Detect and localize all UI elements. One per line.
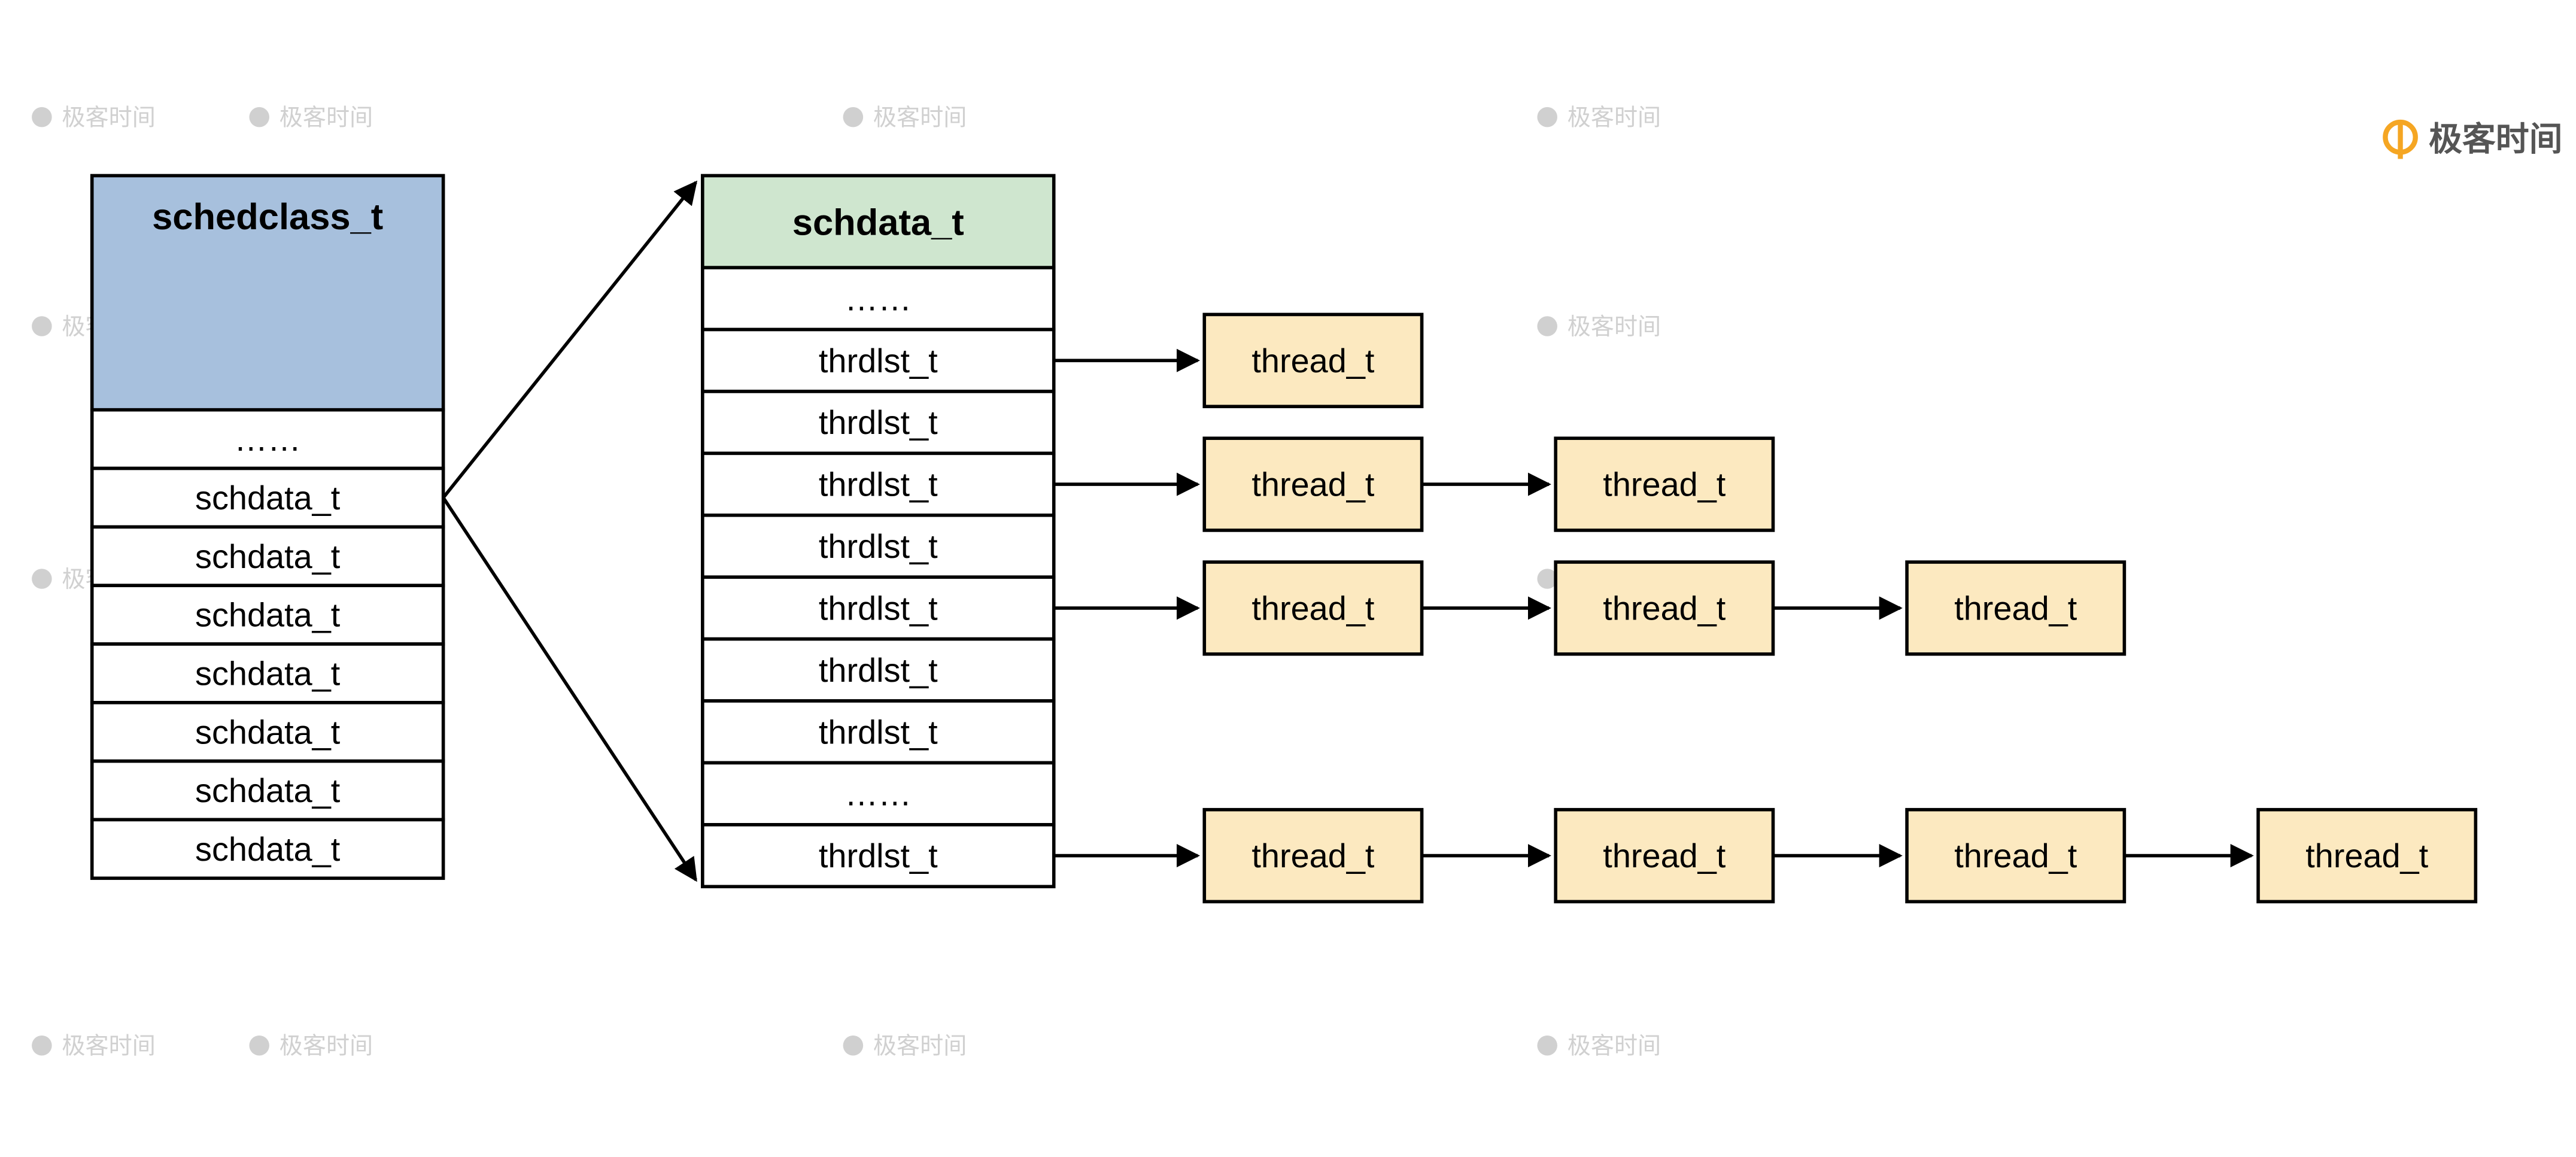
thread-node-label: thread_t bbox=[1251, 466, 1375, 503]
schdata-row-label: thrdlst_t bbox=[819, 342, 938, 379]
schedclass-row-label: schdata_t bbox=[195, 713, 341, 751]
schdata-row-label: thrdlst_t bbox=[819, 466, 938, 503]
schedclass-title: schedclass_t bbox=[152, 196, 383, 238]
watermark-icon bbox=[843, 1035, 864, 1056]
schedclass-row-label: schdata_t bbox=[195, 654, 341, 692]
watermark-icon bbox=[1537, 107, 1557, 127]
schdata-row-label: thrdlst_t bbox=[819, 403, 938, 441]
watermark-icon bbox=[32, 107, 52, 127]
watermark-icon bbox=[843, 107, 864, 127]
diagram-canvas: 极客时间极客时间极客时间极客时间极客时间极客时间极客时间极客时间极客时间极客时间… bbox=[0, 0, 2576, 1156]
watermark-icon bbox=[1537, 1035, 1557, 1056]
schedclass-row-label: schdata_t bbox=[195, 596, 341, 634]
watermark-text: 极客时间 bbox=[1568, 1034, 1661, 1059]
thread-node-label: thread_t bbox=[1251, 837, 1375, 874]
thread-node-label: thread_t bbox=[1251, 589, 1375, 627]
schdata-row-label: thrdlst_t bbox=[819, 713, 938, 751]
schdata-row-label: thrdlst_t bbox=[819, 651, 938, 689]
schdata-title: schdata_t bbox=[792, 202, 964, 244]
fanout-arrow-top bbox=[443, 183, 696, 498]
thread-node-label: thread_t bbox=[1603, 466, 1726, 503]
schedclass-row-label: schdata_t bbox=[195, 772, 341, 809]
thread-node-label: thread_t bbox=[1603, 589, 1726, 627]
watermark-icon bbox=[32, 1035, 52, 1056]
thread-node-label: thread_t bbox=[2305, 837, 2429, 874]
watermark-icon bbox=[32, 316, 52, 336]
schdata-row-label: thrdlst_t bbox=[819, 837, 938, 874]
schedclass-row-label: schdata_t bbox=[195, 537, 341, 575]
watermark-text: 极客时间 bbox=[873, 1034, 967, 1059]
thread-node-label: thread_t bbox=[1251, 342, 1375, 379]
watermark-text: 极客时间 bbox=[62, 105, 155, 131]
watermark-text: 极客时间 bbox=[280, 1034, 373, 1059]
watermark-text: 极客时间 bbox=[1568, 314, 1661, 340]
thread-node-label: thread_t bbox=[1954, 589, 2077, 627]
brand-text: 极客时间 bbox=[2429, 120, 2563, 158]
schdata-row-label: thrdlst_t bbox=[819, 527, 938, 565]
schedclass-row-label: …… bbox=[234, 420, 301, 458]
watermark-icon bbox=[249, 107, 269, 127]
watermark-text: 极客时间 bbox=[873, 105, 967, 131]
watermark-icon bbox=[32, 569, 52, 589]
schdata-row-label: …… bbox=[845, 280, 912, 317]
watermark-icon bbox=[249, 1035, 269, 1056]
schdata-row-label: thrdlst_t bbox=[819, 589, 938, 627]
watermark-icon bbox=[1537, 316, 1557, 336]
thread-node-label: thread_t bbox=[1954, 837, 2077, 874]
fanout-arrow-bottom bbox=[443, 497, 696, 880]
schedclass-row-label: schdata_t bbox=[195, 830, 341, 868]
watermark-text: 极客时间 bbox=[280, 105, 373, 131]
watermark-text: 极客时间 bbox=[1568, 105, 1661, 131]
schdata-row-label: …… bbox=[845, 775, 912, 813]
schedclass-row-label: schdata_t bbox=[195, 479, 341, 517]
thread-node-label: thread_t bbox=[1603, 837, 1726, 874]
watermark-text: 极客时间 bbox=[62, 1034, 155, 1059]
